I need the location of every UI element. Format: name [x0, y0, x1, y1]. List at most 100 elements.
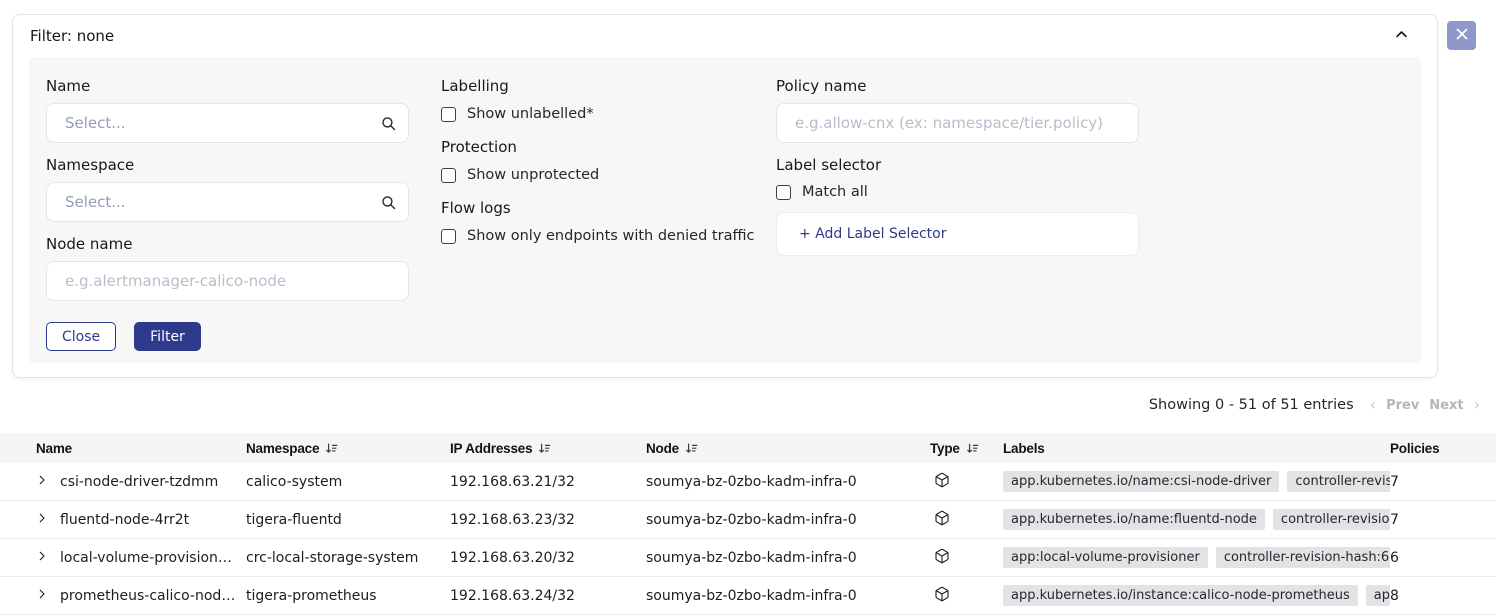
column-header-ip-addresses[interactable]: IP Addresses [450, 441, 646, 456]
column-header-label: Type [930, 441, 960, 456]
filter-title: Filter: none [29, 27, 114, 45]
endpoint-labels: app.kubernetes.io/name:fluentd-nodecontr… [1003, 509, 1390, 530]
endpoint-namespace: tigera-fluentd [246, 512, 450, 528]
column-header-labels: Labels [1003, 441, 1390, 456]
filter-card: Filter: none Name Namespace [12, 14, 1438, 378]
table-row: prometheus-calico-node-… tigera-promethe… [0, 577, 1496, 615]
table-row: local-volume-provisioner-… crc-local-sto… [0, 539, 1496, 577]
policy-name-label: Policy name [776, 77, 1139, 95]
column-header-label: Policies [1390, 441, 1439, 456]
column-header-namespace[interactable]: Namespace [246, 441, 450, 456]
label-chip: app:local-volume-provisioner [1003, 547, 1208, 568]
namespace-label: Namespace [46, 156, 409, 174]
next-button[interactable]: Next [1429, 398, 1463, 413]
endpoint-node: soumya-bz-0zbo-kadm-infra-0 [646, 512, 930, 528]
pagination-summary: Showing 0 - 51 of 51 entries [1149, 397, 1354, 413]
chevron-right-icon [36, 512, 48, 528]
denied-traffic-checkbox[interactable] [441, 229, 456, 244]
pod-cube-icon [934, 510, 950, 530]
endpoint-node: soumya-bz-0zbo-kadm-infra-0 [646, 550, 930, 566]
filter-card-header: Filter: none [29, 15, 1421, 57]
sort-icon [685, 442, 698, 455]
show-unprotected-checkbox[interactable] [441, 168, 456, 183]
table-header-row: NameNamespace IP Addresses Node Type Lab… [0, 433, 1496, 463]
column-header-type[interactable]: Type [930, 441, 1003, 456]
show-unprotected-checkbox-row: Show unprotected [441, 167, 771, 183]
sort-icon [538, 442, 551, 455]
show-unprotected-label: Show unprotected [467, 167, 599, 183]
labelling-label: Labelling [441, 77, 771, 95]
endpoint-node: soumya-bz-0zbo-kadm-infra-0 [646, 588, 930, 604]
policy-name-input[interactable] [776, 103, 1139, 143]
pagination: Showing 0 - 51 of 51 entries ‹ Prev Next… [1149, 397, 1480, 413]
name-select-input[interactable] [46, 103, 409, 143]
label-chip: app.kubernetes.io/name:csi-node-driver [1003, 471, 1279, 492]
chevron-right-icon [36, 474, 48, 490]
show-unlabelled-label: Show unlabelled* [467, 106, 594, 122]
column-header-name: Name [36, 441, 246, 456]
match-all-checkbox-row: Match all [776, 184, 1139, 200]
sort-icon [325, 442, 338, 455]
endpoint-policies-count: 7 [1390, 512, 1496, 528]
chevron-up-icon [1394, 30, 1409, 45]
add-label-selector-button[interactable]: + Add Label Selector [776, 212, 1139, 256]
label-chip: controller-revisi… [1287, 471, 1390, 492]
endpoint-name: csi-node-driver-tzdmm [60, 474, 246, 490]
policy-name-field[interactable] [776, 103, 1139, 143]
expand-row-button[interactable] [36, 474, 60, 490]
denied-traffic-label: Show only endpoints with denied traffic [467, 228, 754, 244]
filter-form: Name Namespace Node name Close Filt [29, 57, 1421, 363]
column-header-label: IP Addresses [450, 441, 532, 456]
close-button[interactable]: Close [46, 322, 116, 351]
node-name-input[interactable] [46, 261, 409, 301]
show-unlabelled-checkbox[interactable] [441, 107, 456, 122]
endpoint-labels: app.kubernetes.io/name:csi-node-driver co… [1003, 471, 1390, 492]
node-name-label: Node name [46, 235, 409, 253]
endpoint-policies-count: 8 [1390, 588, 1496, 604]
sort-icon [966, 442, 979, 455]
chevron-right-icon [36, 588, 48, 604]
endpoint-ip: 192.168.63.20/32 [450, 550, 646, 566]
denied-traffic-checkbox-row: Show only endpoints with denied traffic [441, 228, 771, 244]
endpoint-ip: 192.168.63.23/32 [450, 512, 646, 528]
collapse-panel-button[interactable] [1388, 23, 1415, 49]
expand-row-button[interactable] [36, 588, 60, 604]
chevron-right-icon [36, 550, 48, 566]
protection-label: Protection [441, 138, 771, 156]
show-unlabelled-checkbox-row: Show unlabelled* [441, 106, 771, 122]
endpoint-name: prometheus-calico-node-… [60, 588, 246, 604]
match-all-label: Match all [802, 184, 868, 200]
endpoint-name: local-volume-provisioner-… [60, 550, 246, 566]
column-header-policies: Policies [1390, 441, 1496, 456]
pod-cube-icon [934, 548, 950, 568]
prev-button[interactable]: Prev [1386, 398, 1419, 413]
endpoint-type [930, 510, 1003, 530]
match-all-checkbox[interactable] [776, 185, 791, 200]
expand-row-button[interactable] [36, 550, 60, 566]
node-name-field[interactable] [46, 261, 409, 301]
namespace-select[interactable] [46, 182, 409, 222]
endpoint-ip: 192.168.63.24/32 [450, 588, 646, 604]
endpoints-table: NameNamespace IP Addresses Node Type Lab… [0, 433, 1496, 615]
namespace-select-input[interactable] [46, 182, 409, 222]
endpoint-namespace: crc-local-storage-system [246, 550, 450, 566]
endpoint-ip: 192.168.63.21/32 [450, 474, 646, 490]
prev-chevron-icon[interactable]: ‹ [1370, 397, 1376, 413]
label-selector-label: Label selector [776, 156, 1139, 174]
endpoint-policies-count: 7 [1390, 474, 1496, 490]
endpoint-labels: app:local-volume-provisioner controller-r… [1003, 547, 1390, 568]
table-row: fluentd-node-4rr2t tigera-fluentd 192.16… [0, 501, 1496, 539]
expand-row-button[interactable] [36, 512, 60, 528]
table-body: csi-node-driver-tzdmm calico-system 192.… [0, 463, 1496, 615]
column-header-node[interactable]: Node [646, 441, 930, 456]
name-select[interactable] [46, 103, 409, 143]
endpoint-policies-count: 6 [1390, 550, 1496, 566]
dismiss-filter-button[interactable] [1447, 21, 1476, 50]
endpoint-type [930, 472, 1003, 492]
endpoint-type [930, 548, 1003, 568]
endpoint-name: fluentd-node-4rr2t [60, 512, 246, 528]
endpoint-namespace: tigera-prometheus [246, 588, 450, 604]
label-chip: controller-revision-hash:65… [1216, 547, 1390, 568]
filter-button[interactable]: Filter [134, 322, 201, 351]
next-chevron-icon[interactable]: › [1474, 397, 1480, 413]
